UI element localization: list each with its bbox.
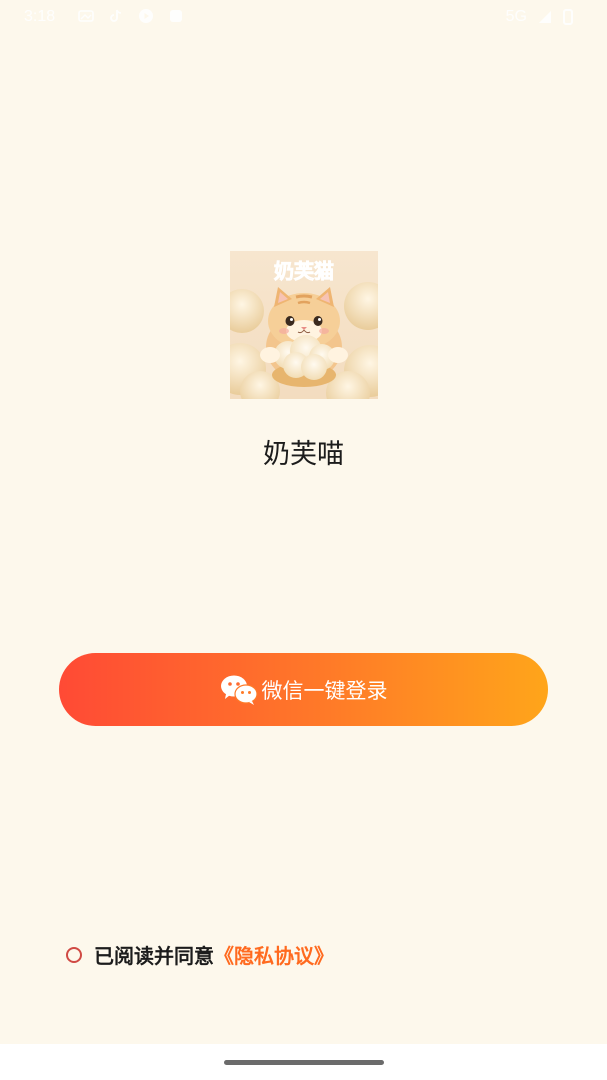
app-logo: 奶芙猫	[230, 251, 378, 399]
privacy-agreement: 已阅读并同意 《隐私协议》	[66, 940, 334, 969]
status-bar: 3:18 5G	[0, 0, 607, 36]
signal-icon	[539, 11, 551, 23]
status-time: 3:18	[24, 8, 56, 25]
agreement-prefix: 已阅读并同意	[94, 944, 214, 968]
notification-icon	[170, 10, 182, 22]
network-label: 5G	[505, 8, 527, 25]
cat-cream-puff-illustration: 奶芙猫	[230, 259, 378, 399]
status-icons-left	[78, 8, 184, 24]
wechat-icon	[220, 675, 258, 705]
navigation-bar	[0, 1044, 607, 1080]
gallery-icon	[78, 10, 94, 22]
agree-checkbox[interactable]	[66, 946, 82, 963]
app-name: 奶芙喵	[263, 439, 344, 470]
media-icon	[139, 9, 153, 23]
home-indicator[interactable]	[224, 1060, 384, 1065]
status-right: 5G	[506, 8, 573, 26]
privacy-policy-link[interactable]: 《隐私协议》	[214, 940, 334, 969]
login-button-label: 微信一键登录	[261, 678, 388, 703]
battery-icon	[563, 9, 573, 25]
logo-text: 奶芙猫	[274, 259, 334, 283]
wechat-login-button[interactable]: 微信一键登录	[59, 653, 548, 726]
tiktok-icon	[110, 9, 122, 22]
